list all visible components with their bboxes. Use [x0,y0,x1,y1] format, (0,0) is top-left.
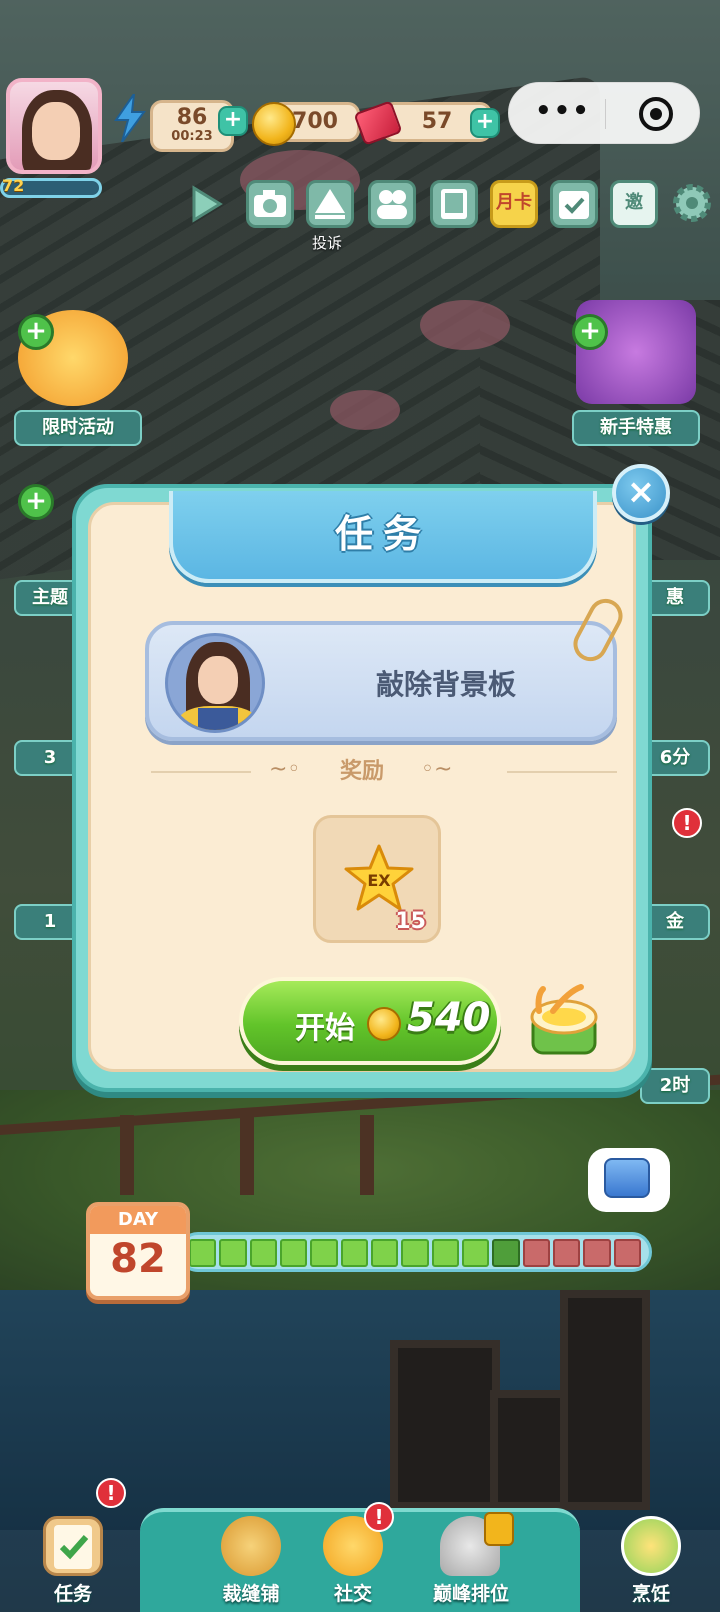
dialog-title: 任务 [334,512,431,556]
lightning-icon [114,94,146,142]
play-icon[interactable] [188,180,224,228]
miniprogram-capsule: ••• [508,82,700,144]
monthly-card-button[interactable]: 月卡 [490,180,538,228]
event-timer-hours[interactable]: 2时 [640,1068,710,1104]
nav-ranking[interactable]: 巅峰排位 [404,1508,538,1612]
treasure-chest-bubble[interactable] [588,1148,670,1212]
chef-avatar [165,633,265,733]
cooking-pot-icon [530,984,598,1055]
add-gems-button[interactable]: + [470,108,500,138]
reward-label: 奖励 [339,759,384,784]
progress-segment [401,1239,429,1267]
task-card: 敲除背景板 [145,592,629,741]
nav-social[interactable]: ! 社交 [298,1502,408,1612]
progress-segment [279,1239,308,1267]
nav-tasks[interactable]: ! 任务 [18,1478,128,1612]
day-label: DAY [90,1206,186,1234]
progress-segment [219,1239,247,1267]
calendar-checkin-icon[interactable] [550,180,598,228]
more-options-icon[interactable]: ••• [535,98,591,124]
coin-icon [252,102,296,146]
progress-segment [189,1239,217,1267]
social-alert-badge: ! [364,1502,394,1532]
close-dialog-button[interactable]: × [612,464,670,522]
day-counter: DAY 82 [86,1202,190,1300]
task-dialog-body: 任务 敲除背景板 ~◦ ◦~ 奖励 EX 15 开始 540 [88,491,636,1072]
add-energy-button[interactable]: + [218,106,248,136]
camera-icon[interactable] [246,180,294,228]
experience-star-icon: EX [344,844,414,911]
day-progress-bar [178,1232,652,1272]
start-label: 开始 [295,1011,355,1046]
tasks-alert-badge: ! [96,1478,126,1508]
nav-ranking-label: 巅峰排位 [432,1583,509,1605]
progress-segment [340,1239,368,1267]
start-button[interactable]: 开始 540 [239,977,501,1065]
progress-segment [431,1239,459,1267]
treasure-chest-icon [604,1158,650,1198]
nav-tailor-label: 裁缝铺 [222,1583,280,1605]
clipboard-check-icon [43,1516,103,1576]
nav-tailor[interactable]: 裁缝铺 [196,1508,306,1612]
limited-event-button[interactable]: 限时活动 [14,410,142,446]
nav-tasks-label: 任务 [53,1583,92,1605]
start-cost: 540 [407,995,491,1041]
progress-segment [552,1239,581,1267]
day-number: 82 [110,1236,166,1282]
nav-cooking-label: 烹饪 [631,1583,670,1605]
ex-label: EX [367,871,391,890]
nav-social-label: 社交 [333,1583,372,1605]
bottom-navigation: ! 任务 裁缝铺 ! 社交 巅峰排位 烹饪 [0,1478,720,1612]
add-icon: + [572,314,608,350]
cooking-pot-icon [621,1516,681,1576]
nav-cooking[interactable]: 烹饪 [596,1508,706,1612]
player-level: 72 [2,176,25,195]
task-dialog: 任务 敲除背景板 ~◦ ◦~ 奖励 EX 15 开始 540 [72,484,652,1092]
album-icon[interactable] [430,180,478,228]
task-name: 敲除背景板 [375,668,516,701]
coin-icon [367,1007,401,1041]
progress-segment [583,1239,611,1267]
task-dialog-header: 任务 [169,491,597,583]
close-miniprogram-icon[interactable] [639,97,673,131]
reward-item: EX 15 [313,815,441,943]
lock-icon [484,1512,514,1546]
progress-segment [613,1239,641,1267]
progress-segment [370,1239,399,1267]
thread-spool-icon [221,1516,281,1576]
gear-icon[interactable] [668,180,716,228]
progress-segment [249,1239,277,1267]
alert-badge: ! [672,808,702,838]
player-avatar[interactable] [6,78,102,174]
complain-label: 投诉 [312,234,343,252]
paperclip-icon [567,592,629,668]
complain-icon[interactable] [306,180,354,228]
friends-icon[interactable] [368,180,416,228]
progress-segment [310,1239,338,1267]
newbie-offer-button[interactable]: 新手特惠 [572,410,700,446]
add-icon: + [18,484,54,520]
reward-quantity: 15 [395,909,426,934]
progress-segment [461,1239,490,1267]
add-icon: + [18,314,54,350]
progress-segment [522,1239,550,1267]
progress-segment [492,1239,520,1267]
invite-mail-button[interactable]: 邀 [610,180,658,228]
